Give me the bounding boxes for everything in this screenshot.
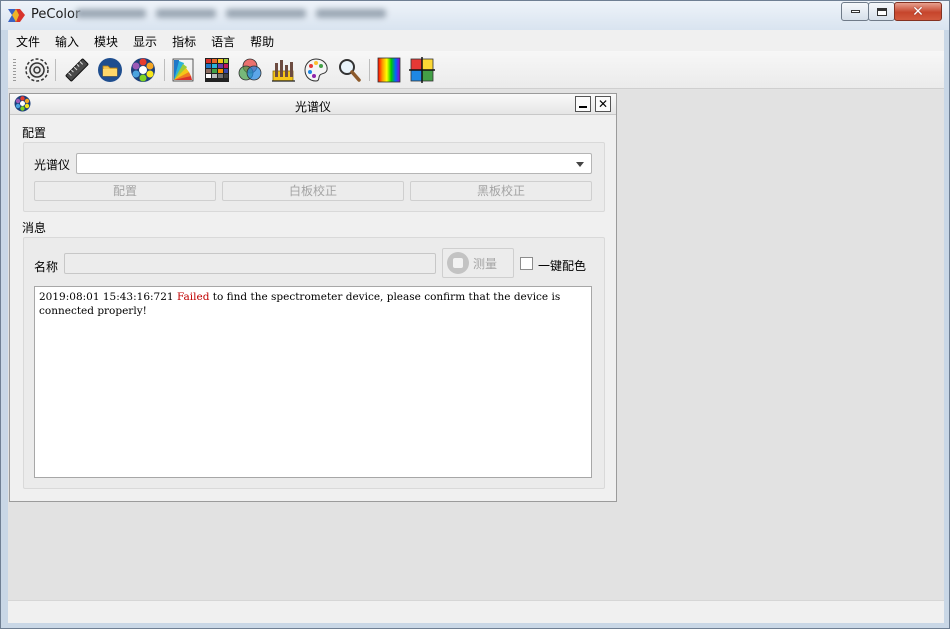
maximize-icon xyxy=(876,7,887,16)
spectrum-icon[interactable] xyxy=(376,57,402,83)
menu-bar: 文件 输入 模块 显示 指标 语言 帮助 xyxy=(8,30,944,51)
config-groupbox: 光谱仪 配置 白板校正 黑板校正 xyxy=(23,142,605,212)
toolbar xyxy=(8,51,944,89)
title-bar[interactable]: PeColor ✕ xyxy=(1,1,949,30)
color-grid-icon[interactable] xyxy=(204,57,230,83)
measure-button-label: 测量 xyxy=(473,256,498,271)
message-section-label: 消息 xyxy=(22,221,47,235)
message-log[interactable]: 2019:08:01 15:43:16:721 Failed to find t… xyxy=(34,286,592,478)
minimize-icon xyxy=(850,10,860,13)
color-wheel-icon[interactable] xyxy=(130,57,156,83)
chart-icon[interactable] xyxy=(270,57,296,83)
minimize-button[interactable] xyxy=(841,2,869,21)
log-timestamp: 2019:08:01 15:43:16:721 xyxy=(39,291,174,303)
menu-module[interactable]: 模块 xyxy=(86,30,125,51)
subwindow-title-bar[interactable]: 光谱仪 ✕ xyxy=(10,94,616,115)
black-calibration-button[interactable]: 黑板校正 xyxy=(410,181,592,201)
name-field[interactable] xyxy=(64,253,436,274)
menu-file[interactable]: 文件 xyxy=(8,30,47,51)
ruler-icon[interactable] xyxy=(64,57,90,83)
toolbar-separator xyxy=(369,59,370,81)
blurred-title-detail xyxy=(76,7,426,21)
close-icon: ✕ xyxy=(912,3,924,20)
message-groupbox: 名称 测量 一键配色 2019:08:01 15:43:16:721 Faile… xyxy=(23,237,605,489)
toolbar-grip[interactable] xyxy=(13,59,16,81)
menu-language[interactable]: 语言 xyxy=(203,30,242,51)
subwindow-close-button[interactable]: ✕ xyxy=(595,96,611,112)
one-click-checkbox[interactable] xyxy=(520,257,533,270)
one-click-label[interactable]: 一键配色 xyxy=(538,257,586,274)
subwindow-title: 光谱仪 xyxy=(294,100,331,114)
color-picker-icon[interactable] xyxy=(409,57,435,83)
toolbar-separator xyxy=(55,59,56,81)
rgb-circles-icon[interactable] xyxy=(237,57,263,83)
app-logo-icon xyxy=(8,9,25,22)
mdi-workspace: 光谱仪 ✕ 配置 光谱仪 配置 白板校正 黑板校正 消息 名称 测量 一键配色 … xyxy=(8,90,944,600)
configure-button[interactable]: 配置 xyxy=(34,181,216,201)
close-button[interactable]: ✕ xyxy=(894,2,942,21)
window-title: PeColor xyxy=(31,7,81,22)
maximize-button[interactable] xyxy=(868,2,895,21)
config-section-label: 配置 xyxy=(22,126,47,140)
subwindow-minimize-button[interactable] xyxy=(575,96,591,112)
white-calibration-button[interactable]: 白板校正 xyxy=(222,181,404,201)
measure-icon xyxy=(447,252,469,274)
menu-metrics[interactable]: 指标 xyxy=(164,30,203,51)
main-window: PeColor ✕ 文件 输入 模块 显示 指标 语言 帮助 光谱仪 ✕ 配置 … xyxy=(0,0,950,629)
toolbar-separator xyxy=(164,59,165,81)
menu-help[interactable]: 帮助 xyxy=(242,30,281,51)
menu-display[interactable]: 显示 xyxy=(125,30,164,51)
chevron-down-icon xyxy=(576,162,584,167)
spectrometer-subwindow: 光谱仪 ✕ 配置 光谱仪 配置 白板校正 黑板校正 消息 名称 测量 一键配色 … xyxy=(9,93,617,502)
spectrometer-dropdown[interactable] xyxy=(76,153,592,174)
measure-button[interactable]: 测量 xyxy=(442,248,514,278)
client-area: 文件 输入 模块 显示 指标 语言 帮助 光谱仪 ✕ 配置 光谱仪 配置 白板校… xyxy=(8,30,944,623)
name-label: 名称 xyxy=(34,260,59,274)
settings-icon[interactable] xyxy=(24,57,50,83)
close-icon: ✕ xyxy=(597,97,609,111)
minimize-icon xyxy=(579,106,587,108)
palette-icon[interactable] xyxy=(303,57,329,83)
menu-input[interactable]: 输入 xyxy=(47,30,86,51)
spectrometer-label: 光谱仪 xyxy=(34,158,71,172)
status-bar xyxy=(8,600,944,623)
magnifier-icon[interactable] xyxy=(336,57,362,83)
folder-icon[interactable] xyxy=(97,57,123,83)
log-status: Failed xyxy=(176,291,210,303)
fan-deck-icon[interactable] xyxy=(171,57,197,83)
